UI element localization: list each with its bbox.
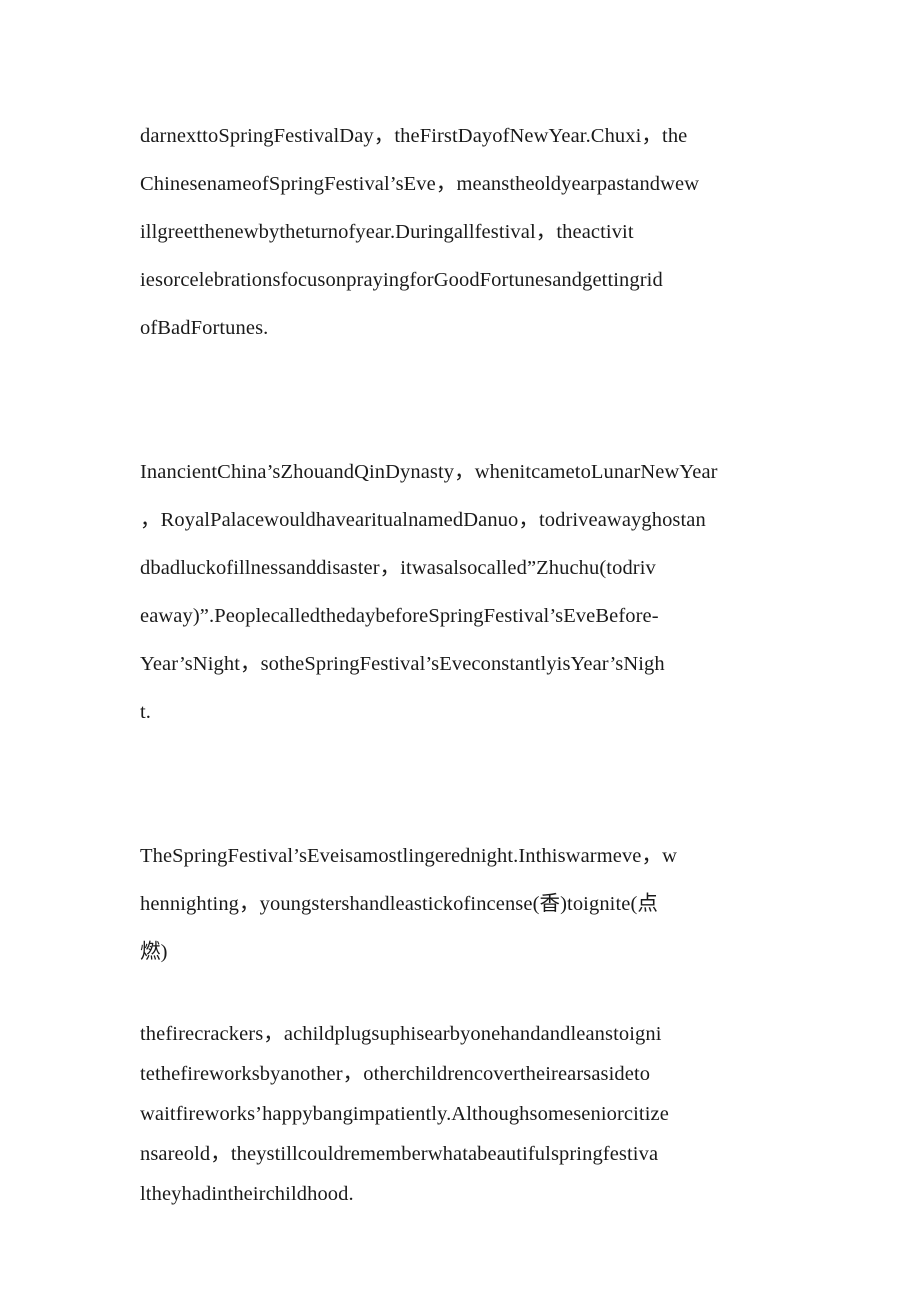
document-text-column: darnexttoSpringFestivalDay，theFirstDayof… [140, 112, 785, 1214]
text-line: ofBadFortunes. [140, 317, 269, 339]
text-line: ，RoyalPalacewouldhavearitualnamedDanuo，t… [140, 509, 706, 531]
text-line: t. [140, 701, 152, 723]
paragraph-4: thefirecrackers，achildplugsuphisearbyone… [140, 1014, 785, 1214]
text-line: illgreetthenewbytheturnofyear.Duringallf… [140, 221, 634, 243]
text-line: hennighting，youngstershandleastickofince… [140, 893, 658, 915]
paragraph-separator [140, 736, 785, 832]
text-line: 燃) [140, 941, 168, 963]
text-line: InancientChina’sZhouandQinDynasty，whenit… [140, 461, 718, 483]
text-line: ChinesenameofSpringFestival’sEve，meansth… [140, 173, 700, 195]
text-line: nsareold，theystillcouldrememberwhatabeau… [140, 1143, 659, 1165]
text-line: dbadluckofillnessanddisaster，itwasalsoca… [140, 557, 656, 579]
line-separator [140, 976, 785, 1010]
text-line: iesorcelebrationsfocusonprayingforGoodFo… [140, 269, 663, 291]
text-line: eaway)”.PeoplecalledthedaybeforeSpringFe… [140, 605, 659, 627]
paragraph-3: TheSpringFestival’sEveisamostlingerednig… [140, 832, 785, 976]
text-line: ltheyhadintheirchildhood. [140, 1183, 354, 1205]
paragraph-2: InancientChina’sZhouandQinDynasty，whenit… [140, 448, 785, 736]
text-line: TheSpringFestival’sEveisamostlingerednig… [140, 845, 677, 867]
paragraph-1: darnexttoSpringFestivalDay，theFirstDayof… [140, 112, 785, 352]
text-line: waitfireworks’happybangimpatiently.Altho… [140, 1103, 669, 1125]
text-line: Year’sNight，sotheSpringFestival’sEvecons… [140, 653, 665, 675]
paragraph-separator [140, 352, 785, 448]
text-line: darnexttoSpringFestivalDay，theFirstDayof… [140, 125, 688, 147]
document-page: darnexttoSpringFestivalDay，theFirstDayof… [0, 0, 920, 1302]
text-line: thefirecrackers，achildplugsuphisearbyone… [140, 1023, 662, 1045]
text-line: tethefireworksbyanother，otherchildrencov… [140, 1063, 651, 1085]
